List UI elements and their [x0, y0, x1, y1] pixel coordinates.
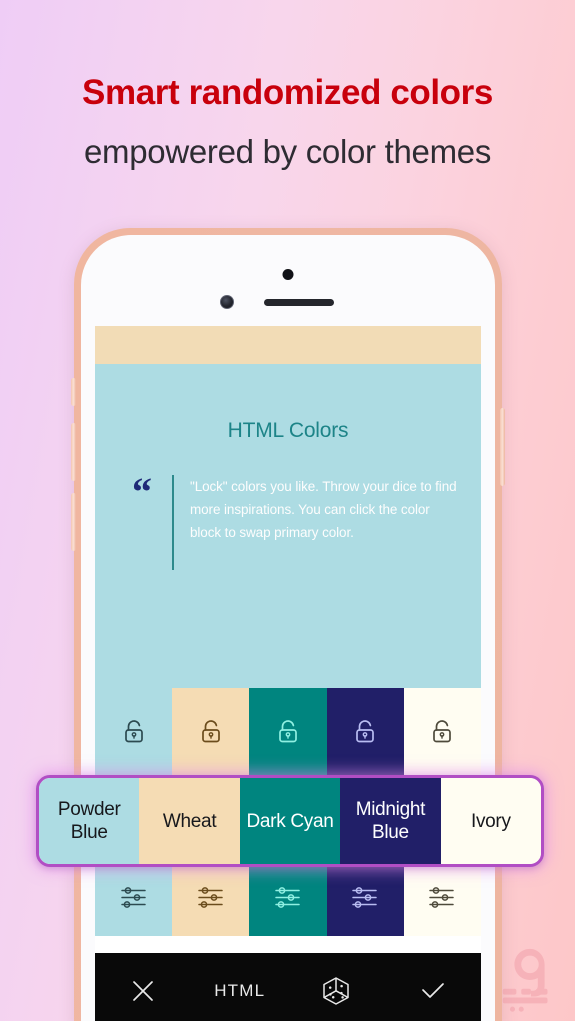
- hint-text: "Lock" colors you like. Throw your dice …: [190, 479, 457, 540]
- lock-toggle-0[interactable]: [121, 718, 147, 751]
- color-name-overlay: Powder Blue Wheat Dark Cyan Midnight Blue Iv…: [36, 775, 544, 867]
- unlocked-padlock-icon: [124, 720, 143, 743]
- sliders-icon: [198, 887, 223, 908]
- theme-name-display: HTML: [192, 953, 289, 1021]
- color-name-label: Midnight Blue: [355, 799, 426, 843]
- earpiece-speaker: [264, 299, 334, 306]
- phone-volume-down-button[interactable]: [71, 493, 76, 551]
- theme-name-label: HTML: [214, 980, 266, 1000]
- color-swatch-3[interactable]: [326, 864, 404, 936]
- dice-icon: [323, 976, 349, 1005]
- cancel-button[interactable]: [95, 953, 192, 1021]
- headline-secondary: empowered by color themes: [83, 133, 492, 170]
- lock-toggle-1[interactable]: [198, 718, 224, 751]
- color-swatch-3[interactable]: [326, 688, 404, 780]
- color-name-label: Dark Cyan: [246, 810, 334, 832]
- color-name-label: Wheat: [162, 810, 217, 832]
- promo-headline: Smart randomized colors empowered by col…: [0, 72, 575, 174]
- palette-tune-row: [95, 864, 481, 936]
- color-name-cell-0[interactable]: Powder Blue: [39, 778, 140, 864]
- phone-mockup: HTML Colors “ "Lock" colors you like. Th…: [71, 228, 505, 1021]
- color-palette-app: HTML Colors “ "Lock" colors you like. Th…: [95, 326, 481, 1021]
- phone-mute-switch[interactable]: [71, 378, 76, 406]
- proximity-sensor-icon: [282, 269, 294, 280]
- lock-toggle-2[interactable]: [275, 718, 301, 751]
- color-swatch-1[interactable]: [172, 688, 250, 780]
- palette-title: HTML Colors: [227, 419, 349, 442]
- sliders-icon: [352, 887, 377, 908]
- palette-lock-row: [95, 688, 481, 780]
- adjust-color-4[interactable]: [427, 885, 457, 916]
- color-swatch-1[interactable]: [172, 864, 250, 936]
- unlocked-padlock-icon: [279, 720, 297, 743]
- accent-strip: [95, 326, 481, 364]
- unlocked-padlock-icon: [201, 720, 220, 743]
- unlocked-padlock-icon: [356, 720, 375, 743]
- adjust-color-2[interactable]: [273, 885, 303, 916]
- color-swatch-0[interactable]: [95, 864, 173, 936]
- sliders-icon: [275, 887, 300, 908]
- front-camera-icon: [220, 295, 234, 309]
- app-store-promo-screenshot: Smart randomized colors empowered by col…: [0, 0, 575, 1021]
- color-swatch-0[interactable]: [95, 688, 173, 780]
- color-swatch-2[interactable]: [249, 688, 327, 780]
- phone-screen: HTML Colors “ "Lock" colors you like. Th…: [81, 235, 495, 1021]
- randomize-button[interactable]: [288, 953, 385, 1021]
- adjust-color-3[interactable]: [350, 885, 380, 916]
- color-name-cell-1[interactable]: Wheat: [139, 778, 240, 864]
- color-swatch-4[interactable]: [403, 688, 481, 780]
- color-name-label: Powder Blue: [57, 799, 121, 843]
- phone-power-button[interactable]: [500, 408, 505, 486]
- sliders-icon: [429, 887, 455, 908]
- adjust-color-1[interactable]: [196, 885, 226, 916]
- app-bottom-toolbar: HTML: [95, 953, 481, 1021]
- sliders-icon: [120, 887, 146, 908]
- color-name-cell-2[interactable]: Dark Cyan: [239, 778, 341, 864]
- palette-preview-card: HTML Colors “ "Lock" colors you like. Th…: [95, 364, 481, 688]
- unlocked-padlock-icon: [433, 720, 452, 743]
- color-swatch-4[interactable]: [403, 864, 481, 936]
- color-name-label: Ivory: [470, 810, 511, 832]
- headline-primary: Smart randomized colors: [82, 73, 493, 112]
- quote-mark-icon: “: [132, 469, 152, 514]
- site-watermark: [502, 948, 548, 1012]
- lock-toggle-4[interactable]: [429, 718, 455, 751]
- hint-quote-block: “ "Lock" colors you like. Throw your dic…: [95, 469, 481, 570]
- check-icon: [421, 982, 444, 998]
- quote-divider: [172, 475, 174, 570]
- adjust-color-0[interactable]: [119, 885, 149, 916]
- color-swatch-2[interactable]: [249, 864, 327, 936]
- lock-toggle-3[interactable]: [352, 718, 378, 751]
- phone-volume-up-button[interactable]: [71, 423, 76, 481]
- confirm-button[interactable]: [385, 953, 482, 1021]
- color-name-cell-4[interactable]: Ivory: [440, 778, 541, 864]
- color-name-cell-3[interactable]: Midnight Blue: [340, 778, 441, 864]
- close-icon: [133, 980, 154, 1001]
